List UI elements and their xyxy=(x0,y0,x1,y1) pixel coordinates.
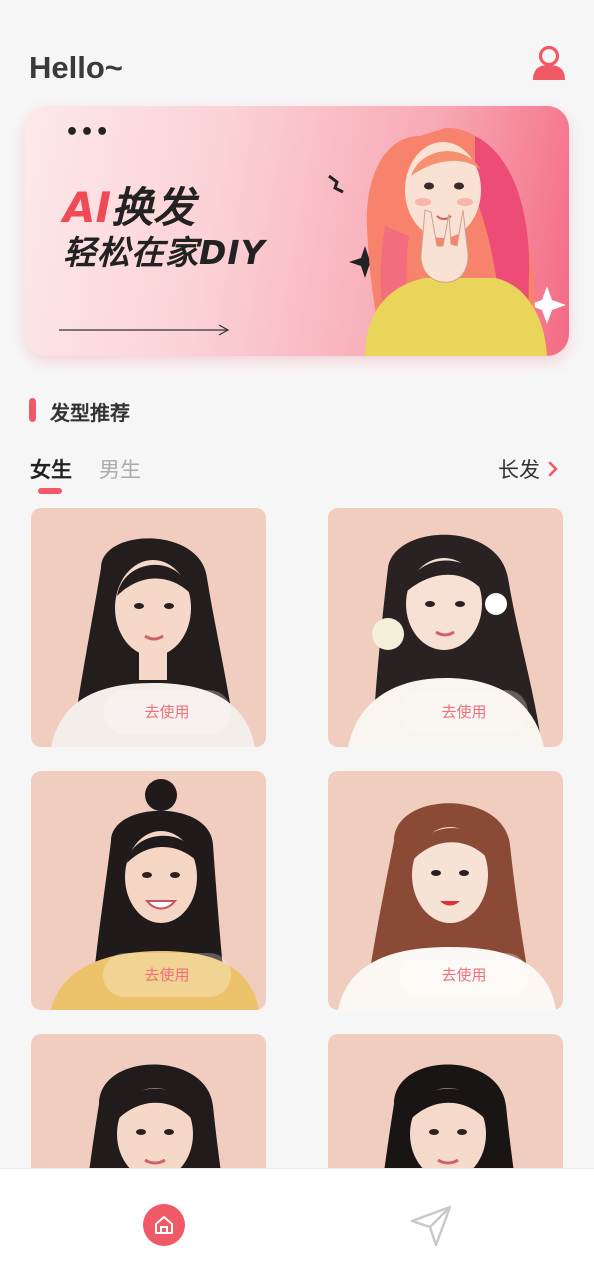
bottom-navigation xyxy=(0,1168,594,1281)
tab-female[interactable]: 女生 xyxy=(30,454,72,484)
tab-male[interactable]: 男生 xyxy=(99,454,141,484)
use-button[interactable]: 去使用 xyxy=(103,690,231,734)
banner-dots: ••• xyxy=(65,120,111,145)
use-button[interactable]: 去使用 xyxy=(103,953,231,997)
header: Hello~ xyxy=(0,0,594,100)
chevron-right-icon xyxy=(548,461,558,477)
arrow-right-icon xyxy=(59,324,230,336)
section-title: 发型推荐 xyxy=(50,401,130,425)
banner-headline-rest: 换发 xyxy=(111,183,196,232)
hairstyle-card-3[interactable]: 去使用 xyxy=(31,771,266,1010)
banner-illustration xyxy=(328,127,566,356)
greeting-title: Hello~ xyxy=(29,50,123,85)
banner-subheadline: 轻松在家DIY xyxy=(63,233,266,272)
active-tab-indicator xyxy=(38,488,62,494)
category-long-hair[interactable]: 长发 xyxy=(498,454,558,484)
use-button[interactable]: 去使用 xyxy=(400,953,528,997)
banner-headline-accent: AI xyxy=(63,183,112,232)
promo-banner[interactable]: ••• AI换发 轻松在家DIY xyxy=(25,106,569,356)
hairstyle-card-2[interactable]: 去使用 xyxy=(328,508,563,747)
hairstyle-card-4[interactable]: 去使用 xyxy=(328,771,563,1010)
use-button[interactable]: 去使用 xyxy=(400,690,528,734)
send-icon[interactable] xyxy=(408,1203,454,1249)
home-icon xyxy=(155,1216,173,1234)
section-title-marker xyxy=(29,398,36,422)
user-icon[interactable] xyxy=(530,44,568,82)
hairstyle-card-1[interactable]: 去使用 xyxy=(31,508,266,747)
category-label: 长发 xyxy=(498,458,540,482)
nav-home-button[interactable] xyxy=(143,1204,185,1246)
